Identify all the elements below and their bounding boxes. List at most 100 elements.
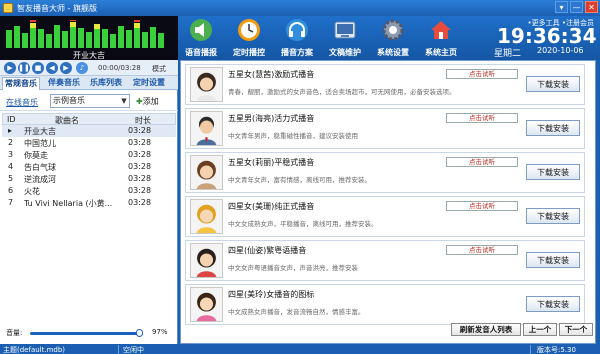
weekday: 星期二 bbox=[494, 49, 522, 59]
refresh-announcers-button[interactable]: 刷新发音人列表 bbox=[451, 323, 521, 336]
current-date: 2020-10-06 bbox=[537, 46, 584, 55]
list-controls: 在线音乐 示例音乐 ▼ ✚添加 bbox=[0, 91, 178, 111]
previous-page-button[interactable]: 上一个 bbox=[523, 323, 557, 336]
announcer-name: 四星女(美珊)纯正式播音 bbox=[228, 202, 315, 211]
tab-accompaniment[interactable]: 伴奏音乐 bbox=[46, 77, 82, 90]
announcer-name: 四星(美玲)女播音的图标 bbox=[228, 290, 315, 299]
volume-icon[interactable]: ♪ bbox=[76, 62, 88, 74]
announcer-name: 五星女(莉丽)平稳式播音 bbox=[228, 158, 315, 167]
version-label: 版本号:5.30 bbox=[537, 346, 576, 354]
category-value: 示例音乐 bbox=[53, 96, 85, 105]
tab-regular-music[interactable]: 常规音乐 bbox=[2, 77, 40, 90]
download-install-button[interactable]: 下载安装 bbox=[526, 252, 580, 268]
music-tabs: 常规音乐 伴奏音乐 乐库列表 定时设置 bbox=[0, 76, 178, 90]
table-row[interactable]: 7 Tu Vivi Nellaria (小黄... 03:28 bbox=[2, 197, 176, 209]
announcer-name: 五星男(海亮)活力式播音 bbox=[228, 114, 315, 123]
volume-slider-handle[interactable] bbox=[136, 329, 143, 337]
database-status: 主题(default.mdb) bbox=[3, 346, 66, 354]
song-table: ID 歌曲名 时长 ▸ 开业大吉 03:28 2 中国范儿 03:28 3 你莫… bbox=[2, 113, 176, 209]
system-home-button[interactable]: 系统主页 bbox=[418, 16, 464, 60]
table-row[interactable]: 3 你莫走 03:28 bbox=[2, 149, 176, 161]
status-divider bbox=[118, 345, 119, 354]
female-avatar-icon bbox=[190, 243, 223, 278]
row-duration: 03:28 bbox=[128, 198, 152, 207]
download-install-button[interactable]: 下载安装 bbox=[526, 208, 580, 224]
table-row[interactable]: 6 火花 03:28 bbox=[2, 185, 176, 197]
app-logo-icon bbox=[3, 3, 13, 13]
preview-button[interactable]: 点击试听 bbox=[446, 69, 518, 79]
add-label: 添加 bbox=[142, 97, 159, 106]
voice-broadcast-button[interactable]: 语音播报 bbox=[178, 16, 224, 60]
add-music-button[interactable]: ✚添加 bbox=[136, 96, 159, 107]
clock-panel: •更多工具 •注册会员 19:36:34 星期二 2020-10-06 bbox=[467, 18, 600, 60]
row-id: 4 bbox=[8, 162, 14, 171]
tab-schedule[interactable]: 定时设置 bbox=[131, 77, 167, 90]
playback-time: 00:00/03:28 bbox=[98, 64, 141, 72]
row-duration: 03:28 bbox=[128, 186, 152, 195]
announcer-name: 五星女(慧茜)激励式播音 bbox=[228, 70, 315, 79]
broadcast-plan-button[interactable]: 播音方案 bbox=[274, 16, 320, 60]
window-title: 智友播音大师 - 旗舰版 bbox=[17, 4, 97, 13]
announcer-desc: 中文成熟女声播音，发音流畅自然，情感丰富。 bbox=[228, 308, 365, 316]
system-settings-button[interactable]: 系统设置 bbox=[370, 16, 416, 60]
row-duration: 03:28 bbox=[128, 126, 152, 135]
download-install-button[interactable]: 下载安装 bbox=[526, 76, 580, 92]
status-bar: 主题(default.mdb) 空闲中 版本号:5.30 bbox=[0, 344, 600, 354]
row-id: 5 bbox=[8, 174, 14, 183]
pause-icon[interactable]: ❚❚ bbox=[18, 62, 30, 74]
menu-dropdown-button[interactable]: ▾ bbox=[555, 1, 568, 13]
table-row[interactable]: ▸ 开业大吉 03:28 bbox=[2, 125, 176, 137]
play-icon[interactable]: ▶ bbox=[4, 62, 16, 74]
table-row[interactable]: 5 逆流成河 03:28 bbox=[2, 173, 176, 185]
next-page-button[interactable]: 下一个 bbox=[559, 323, 593, 336]
play-mode-button[interactable]: 模式 bbox=[152, 64, 166, 74]
announcer-name: 四星(仙姿)繁粤语播音 bbox=[228, 246, 307, 255]
row-name: 告白气球 bbox=[24, 163, 56, 172]
document-maintenance-button[interactable]: 文稿维护 bbox=[322, 16, 368, 60]
download-install-button[interactable]: 下载安装 bbox=[526, 164, 580, 180]
tab-library[interactable]: 乐库列表 bbox=[88, 77, 124, 90]
volume-slider-track[interactable] bbox=[30, 332, 140, 335]
table-row[interactable]: 4 告白气球 03:28 bbox=[2, 161, 176, 173]
preview-button[interactable]: 点击试听 bbox=[446, 201, 518, 211]
player-controls: ▶ ❚❚ ■ ◀ ▶ ♪ 00:00/03:28 模式 bbox=[0, 60, 178, 76]
download-install-button[interactable]: 下载安装 bbox=[526, 120, 580, 136]
announcer-desc: 中文女声粤语播音女声，声音洪亮，推荐安装 bbox=[228, 264, 358, 272]
row-id: 3 bbox=[8, 150, 14, 159]
announcer-card: 四星女(美珊)纯正式播音 中文女成熟女声，平稳播音，离线可用，推荐安装。 点击试… bbox=[185, 196, 585, 237]
previous-icon[interactable]: ◀ bbox=[46, 62, 58, 74]
title-bar: 智友播音大师 - 旗舰版 ▾ — ✕ bbox=[0, 0, 600, 16]
preview-button[interactable]: 点击试听 bbox=[446, 245, 518, 255]
volume-label: 音量: bbox=[6, 329, 23, 337]
row-id: ▸ bbox=[8, 126, 13, 135]
row-id: 2 bbox=[8, 138, 14, 147]
next-icon[interactable]: ▶ bbox=[60, 62, 72, 74]
announcer-card: 五星男(海亮)活力式播音 中文青年男声，稳重磁性播音，建议安装使用 点击试听 下… bbox=[185, 108, 585, 149]
online-music-link[interactable]: 在线音乐 bbox=[6, 97, 38, 108]
table-row[interactable]: 2 中国范儿 03:28 bbox=[2, 137, 176, 149]
announcer-desc: 中文女成熟女声，平稳播音，离线可用，推荐安装。 bbox=[228, 220, 378, 228]
minimize-button[interactable]: — bbox=[570, 1, 583, 13]
row-id: 6 bbox=[8, 186, 14, 195]
download-install-button[interactable]: 下载安装 bbox=[526, 296, 580, 312]
stop-icon[interactable]: ■ bbox=[32, 62, 44, 74]
row-duration: 03:28 bbox=[128, 150, 152, 159]
row-name: 中国范儿 bbox=[24, 139, 56, 148]
volume-percent: 97% bbox=[152, 328, 168, 336]
row-name: 火花 bbox=[24, 187, 40, 196]
female-avatar-icon bbox=[190, 155, 223, 190]
preview-button[interactable]: 点击试听 bbox=[446, 157, 518, 167]
column-id: ID bbox=[7, 115, 16, 124]
row-name: Tu Vivi Nellaria (小黄... bbox=[24, 199, 113, 208]
announcer-card: 五星女(慧茜)激励式播音 青春，靓丽，激励式的女声音色，适合卖场超市，可无网使用… bbox=[185, 64, 585, 105]
category-select[interactable]: 示例音乐 ▼ bbox=[50, 94, 130, 108]
scheduled-control-button[interactable]: 定时播控 bbox=[226, 16, 272, 60]
toolbar-label: 语音播报 bbox=[185, 48, 217, 57]
male-avatar-icon bbox=[190, 111, 223, 146]
preview-button[interactable]: 点击试听 bbox=[446, 113, 518, 123]
volume-control: 音量: 97% bbox=[0, 324, 178, 340]
female-avatar-icon bbox=[190, 287, 223, 322]
close-button[interactable]: ✕ bbox=[585, 1, 598, 13]
row-name: 开业大吉 bbox=[24, 127, 56, 136]
announcer-card: 五星女(莉丽)平稳式播音 中文青年女声，富有情感，离线可用，推荐安装。 点击试听… bbox=[185, 152, 585, 193]
